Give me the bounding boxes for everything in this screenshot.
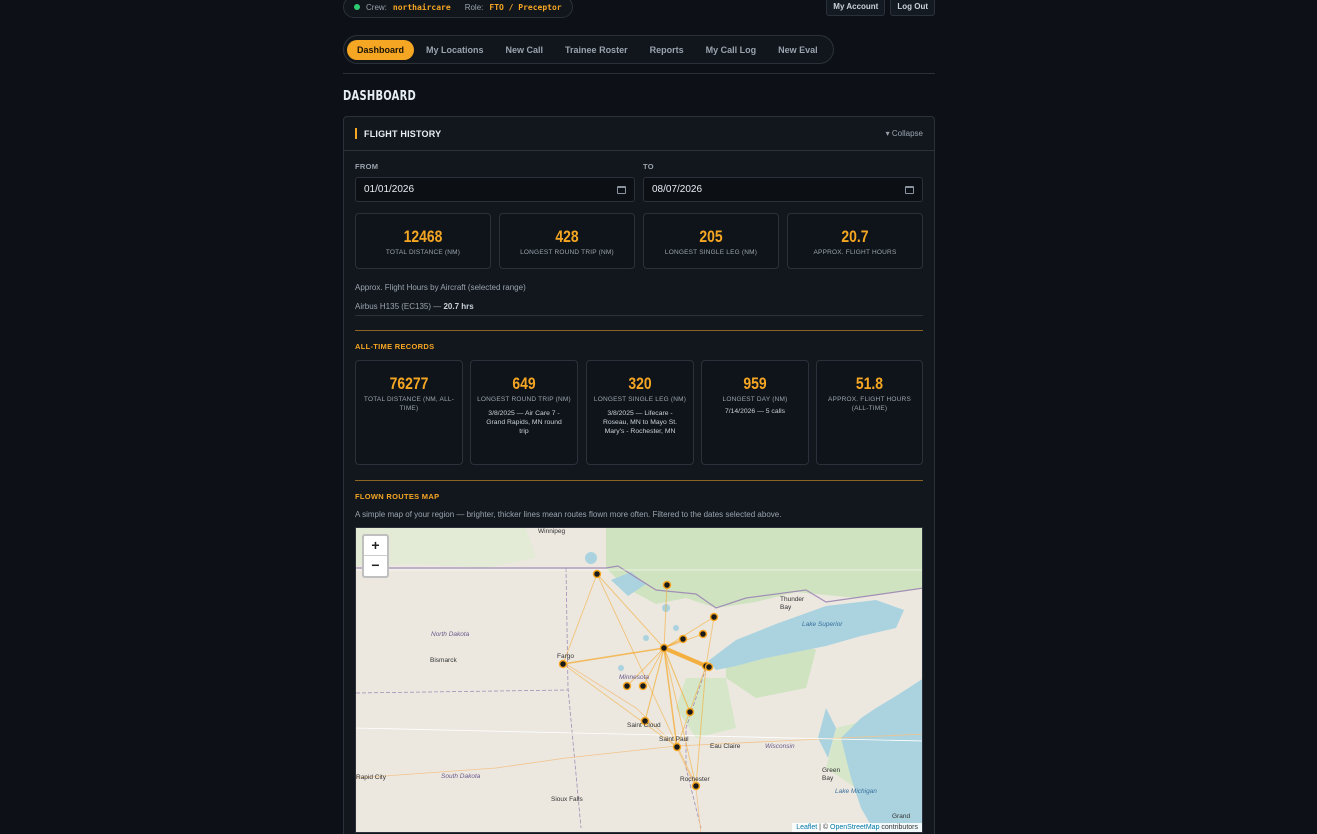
- page-title: DASHBOARD: [343, 89, 417, 104]
- log-out-button[interactable]: Log Out: [890, 0, 935, 16]
- map-label-south-dakota: South Dakota: [441, 773, 481, 780]
- record-caption: LONGEST ROUND TRIP (NM): [477, 396, 571, 403]
- tab-my-call-log[interactable]: My Call Log: [696, 40, 767, 60]
- stat-value: 20.7: [841, 227, 869, 246]
- accent-bar: [355, 128, 357, 139]
- map-description: A simple map of your region — brighter, …: [355, 510, 782, 519]
- role-label: Role:: [464, 2, 484, 12]
- openstreetmap-link[interactable]: OpenStreetMap: [830, 824, 879, 831]
- map-label-wisconsin: Wisconsin: [765, 743, 795, 750]
- stat-caption: TOTAL DISTANCE (NM): [385, 249, 461, 256]
- my-account-button[interactable]: My Account: [826, 0, 886, 16]
- record-caption: TOTAL DISTANCE (NM, ALL-TIME): [363, 396, 455, 412]
- stat-value: 428: [555, 227, 579, 246]
- from-label: FROM: [355, 162, 379, 171]
- map-attribution: Leaflet | © OpenStreetMap contributors: [792, 823, 922, 832]
- record-value: 76277: [389, 374, 429, 393]
- flown-routes-map-title: FLOWN ROUTES MAP: [355, 492, 440, 501]
- map-label-saint-paul: Saint Paul: [659, 736, 689, 743]
- map-label-lake-michigan: Lake Michigan: [835, 788, 877, 795]
- map-label-north-dakota: North Dakota: [431, 631, 470, 638]
- all-time-records-title: ALL-TIME RECORDS: [355, 342, 435, 351]
- from-date-input[interactable]: 01/01/2026: [355, 177, 635, 202]
- map-label-bismarck: Bismarck: [430, 657, 457, 664]
- online-status-icon: [354, 4, 360, 10]
- record-flight-hours: 51.8 APPROX. FLIGHT HOURS (ALL-TIME): [816, 360, 923, 465]
- record-longest-day: 959 LONGEST DAY (NM) 7/14/2026 — 5 calls: [701, 360, 809, 465]
- zoom-in-button[interactable]: +: [364, 536, 387, 556]
- leaflet-link[interactable]: Leaflet: [796, 824, 817, 831]
- crew-label: Crew:: [366, 2, 387, 12]
- to-date-value: 08/07/2026: [652, 184, 703, 195]
- map-label-winnipeg: Winnipeg: [538, 528, 566, 535]
- role-value: FTO / Preceptor: [489, 2, 562, 12]
- top-bar: Crew: northaircare Role: FTO / Preceptor…: [343, 0, 935, 20]
- stat-flight-hours: 20.7 APPROX. FLIGHT HOURS: [787, 213, 923, 269]
- section-divider: [355, 330, 923, 331]
- tab-reports[interactable]: Reports: [640, 40, 694, 60]
- stat-value: 205: [699, 227, 723, 246]
- map-label-fargo: Fargo: [557, 653, 574, 660]
- record-value: 649: [512, 374, 536, 393]
- to-label: TO: [643, 162, 654, 171]
- record-detail: 3/8/2025 — Air Care 7 - Grand Rapids, MN…: [486, 410, 562, 435]
- stat-value: 12468: [403, 227, 443, 246]
- to-date-input[interactable]: 08/07/2026: [643, 177, 923, 202]
- main-nav-tabs: Dashboard My Locations New Call Trainee …: [343, 35, 834, 64]
- hours-by-aircraft-label: Approx. Flight Hours by Aircraft (select…: [355, 283, 526, 292]
- tab-my-locations[interactable]: My Locations: [416, 40, 494, 60]
- from-date-value: 01/01/2026: [364, 184, 415, 195]
- tab-trainee-roster[interactable]: Trainee Roster: [555, 40, 638, 60]
- record-detail: 7/14/2026 — 5 calls: [724, 408, 786, 415]
- record-value: 320: [628, 374, 652, 393]
- map-label-sioux-falls: Sioux Falls: [551, 796, 583, 803]
- record-caption: LONGEST DAY (NM): [722, 396, 788, 403]
- zoom-control: + −: [362, 534, 389, 578]
- flight-history-card: FLIGHT HISTORY ▾ Collapse FROM 01/01/202…: [343, 116, 935, 834]
- section-divider: [355, 480, 923, 481]
- attribution-separator: | ©: [817, 824, 831, 831]
- aircraft-hours-line: Airbus H135 (EC135) — 20.7 hrs: [355, 302, 474, 311]
- map-label-grand: Grand: [892, 813, 911, 820]
- card-title: FLIGHT HISTORY: [364, 128, 442, 139]
- aircraft-name: Airbus H135 (EC135) —: [355, 302, 444, 311]
- calendar-icon[interactable]: [905, 185, 914, 194]
- attribution-tail: contributors: [879, 824, 918, 831]
- map-label-saint-cloud: Saint Cloud: [627, 722, 661, 729]
- record-caption: APPROX. FLIGHT HOURS (ALL-TIME): [828, 396, 911, 412]
- divider: [355, 315, 923, 316]
- map-label-rochester: Rochester: [680, 776, 710, 783]
- flown-routes-map[interactable]: Winnipeg North Dakota Bismarck Fargo Min…: [355, 527, 923, 833]
- record-total-distance: 76277 TOTAL DISTANCE (NM, ALL-TIME): [355, 360, 463, 465]
- map-label-lake-superior: Lake Superior: [802, 621, 843, 628]
- record-value: 959: [743, 374, 767, 393]
- map-label-rapid-city: Rapid City: [356, 774, 386, 781]
- record-longest-single-leg: 320 LONGEST SINGLE LEG (NM) 3/8/2025 — L…: [586, 360, 694, 465]
- calendar-icon[interactable]: [617, 185, 626, 194]
- crew-value: northaircare: [392, 2, 451, 12]
- stat-longest-round-trip: 428 LONGEST ROUND TRIP (NM): [499, 213, 635, 269]
- tab-dashboard[interactable]: Dashboard: [347, 39, 415, 60]
- map-label-eau-claire: Eau Claire: [710, 743, 741, 750]
- header-divider: [343, 73, 935, 74]
- map-label-green-bay: Green Bay: [822, 767, 841, 782]
- record-longest-round-trip: 649 LONGEST ROUND TRIP (NM) 3/8/2025 — A…: [470, 360, 578, 465]
- aircraft-hours: 20.7 hrs: [443, 302, 474, 311]
- record-caption: LONGEST SINGLE LEG (NM): [593, 396, 687, 403]
- zoom-out-button[interactable]: −: [364, 556, 387, 576]
- card-header[interactable]: FLIGHT HISTORY ▾ Collapse: [344, 117, 934, 151]
- stat-total-distance: 12468 TOTAL DISTANCE (NM): [355, 213, 491, 269]
- stat-caption: LONGEST ROUND TRIP (NM): [520, 249, 614, 256]
- record-detail: 3/8/2025 — Lifecare - Roseau, MN to Mayo…: [602, 410, 678, 435]
- stat-longest-single-leg: 205 LONGEST SINGLE LEG (NM): [643, 213, 779, 269]
- stat-caption: APPROX. FLIGHT HOURS: [813, 249, 897, 256]
- map-label-thunder-bay: Thunder Bay: [780, 596, 805, 611]
- crew-status-pill: Crew: northaircare Role: FTO / Preceptor: [343, 0, 573, 18]
- collapse-toggle[interactable]: ▾ Collapse: [886, 129, 923, 138]
- tab-new-call[interactable]: New Call: [496, 40, 554, 60]
- tab-new-eval[interactable]: New Eval: [768, 40, 828, 60]
- stat-caption: LONGEST SINGLE LEG (NM): [664, 249, 758, 256]
- record-value: 51.8: [855, 374, 884, 393]
- map-label-minnesota: Minnesota: [619, 674, 649, 681]
